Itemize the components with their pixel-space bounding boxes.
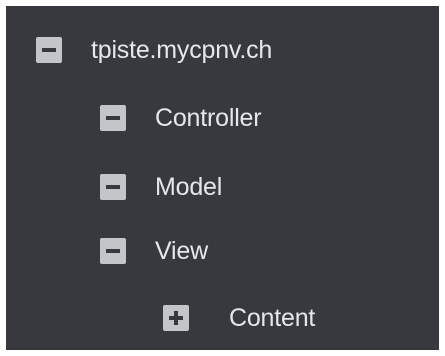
tree-node-label: Model xyxy=(155,172,223,201)
folder-tree-panel: tpiste.mycpnv.ch Controller Model View C… xyxy=(6,6,439,350)
tree-node-view[interactable]: View xyxy=(100,231,208,271)
tree-node-content[interactable]: Content xyxy=(163,298,315,338)
collapse-icon[interactable] xyxy=(36,37,62,63)
tree-node-controller[interactable]: Controller xyxy=(100,98,262,138)
tree-node-label: Controller xyxy=(155,103,262,132)
tree-node-label: Content xyxy=(229,303,316,332)
tree-node-root[interactable]: tpiste.mycpnv.ch xyxy=(36,30,272,70)
tree-node-label: View xyxy=(155,236,208,265)
collapse-icon[interactable] xyxy=(100,238,126,264)
tree-node-label: tpiste.mycpnv.ch xyxy=(91,35,273,64)
collapse-icon[interactable] xyxy=(100,174,126,200)
tree-node-model[interactable]: Model xyxy=(100,167,222,207)
collapse-icon[interactable] xyxy=(100,105,126,131)
expand-icon[interactable] xyxy=(163,305,189,331)
